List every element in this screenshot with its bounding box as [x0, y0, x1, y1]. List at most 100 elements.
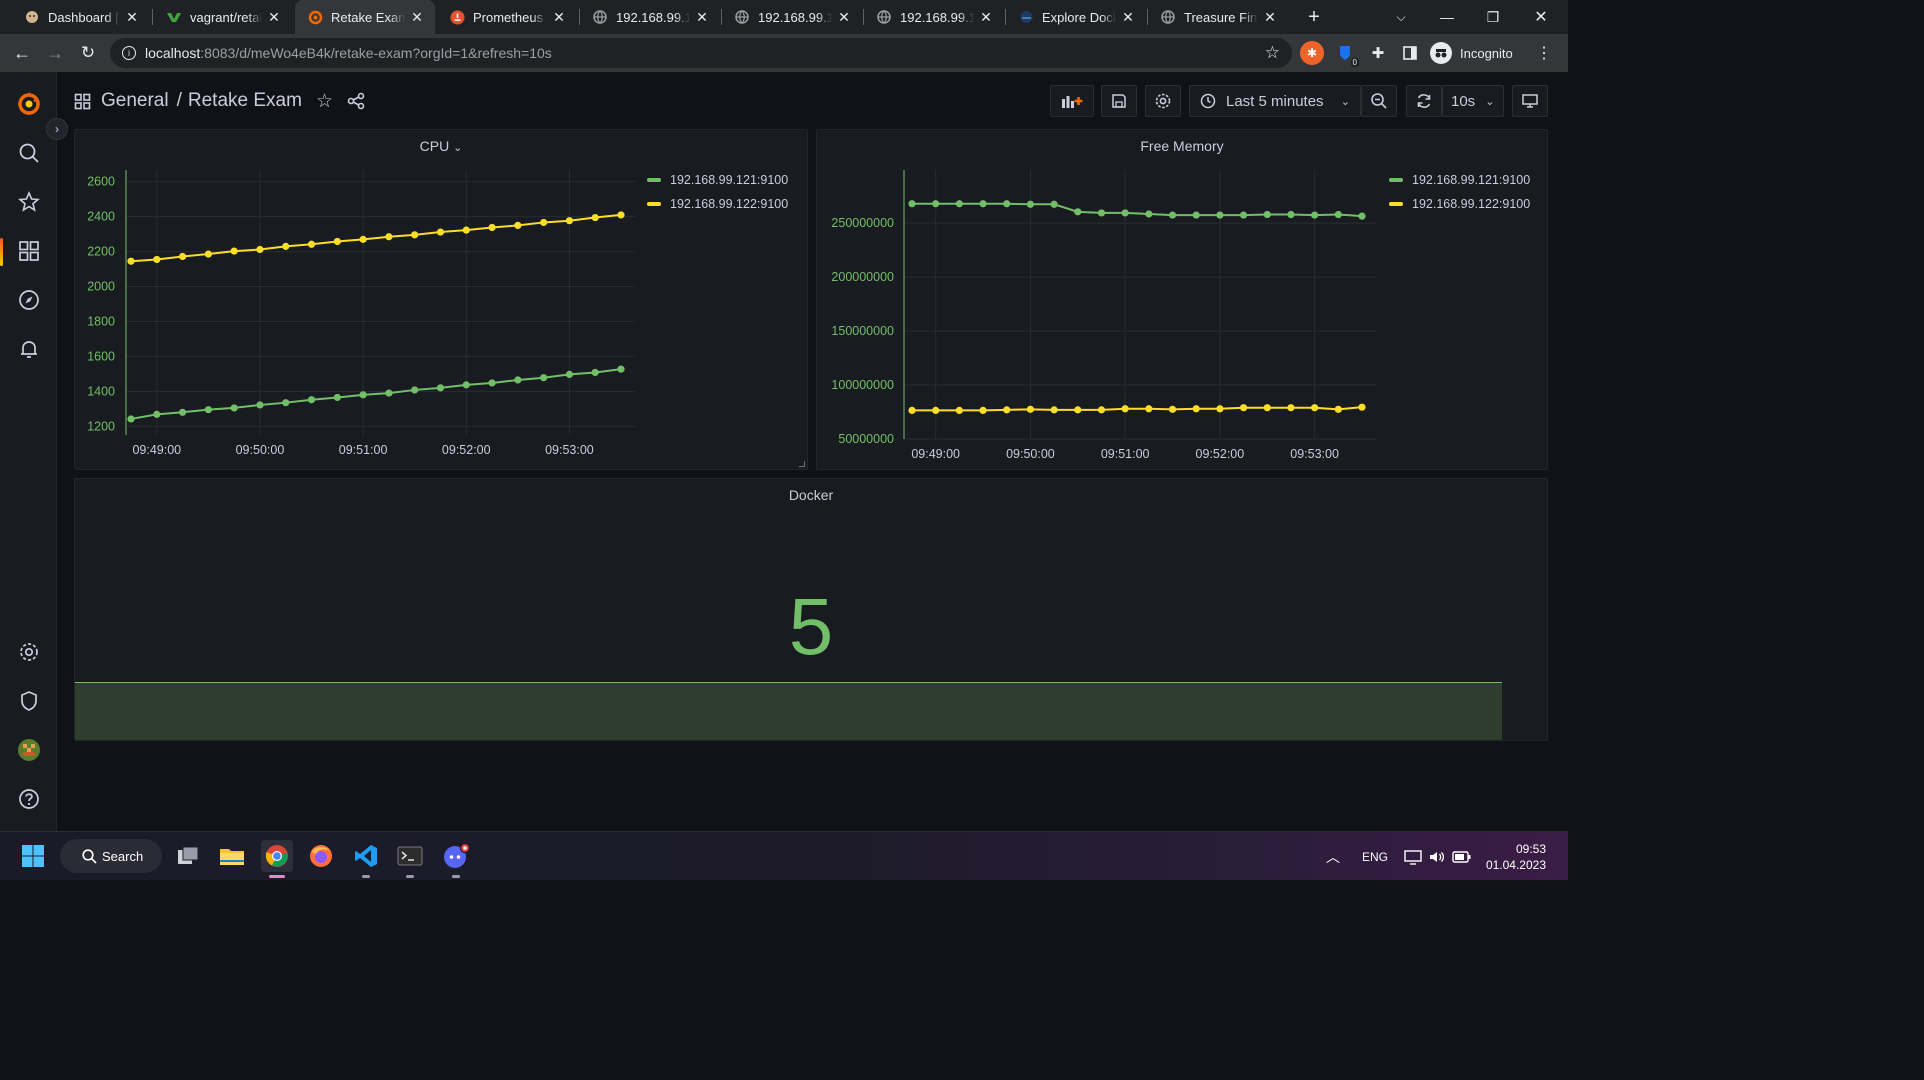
- browser-tab-prometheus[interactable]: Prometheus Time Series ✕: [437, 0, 577, 34]
- server-admin-shield-icon[interactable]: [16, 688, 42, 714]
- close-tab-icon[interactable]: ✕: [551, 9, 567, 26]
- browser-tab-cadvisor[interactable]: 192.168.99.122:8080 ✕: [864, 0, 1004, 34]
- input-language[interactable]: ENG: [1362, 832, 1388, 881]
- panel-title[interactable]: Docker: [75, 487, 1547, 503]
- forward-button[interactable]: →: [41, 39, 69, 67]
- tab-search-chevron-icon[interactable]: ⌵: [1378, 0, 1424, 34]
- chrome-icon[interactable]: [261, 840, 293, 872]
- explore-compass-icon[interactable]: [16, 287, 42, 313]
- help-question-icon[interactable]: [16, 786, 42, 812]
- close-tab-icon[interactable]: ✕: [409, 9, 425, 26]
- refresh-interval-picker[interactable]: 10s ⌄: [1442, 85, 1504, 117]
- docker-panel[interactable]: Docker 5: [74, 478, 1548, 741]
- reload-button[interactable]: ↻: [74, 39, 102, 67]
- legend-item[interactable]: 192.168.99.121:9100: [1389, 168, 1530, 192]
- extensions-puzzle-icon[interactable]: ✚: [1366, 41, 1390, 65]
- alerting-bell-icon[interactable]: [16, 336, 42, 362]
- close-tab-icon[interactable]: ✕: [1120, 9, 1136, 26]
- free-memory-panel[interactable]: Free Memory 50000000 100000000 150000000 20…: [816, 129, 1548, 470]
- file-explorer-icon[interactable]: [216, 840, 248, 872]
- legend-item[interactable]: 192.168.99.122:9100: [647, 192, 788, 216]
- grafana-logo-icon[interactable]: [16, 91, 42, 117]
- bookmark-star-icon[interactable]: ☆: [1265, 43, 1280, 63]
- browser-menu-icon[interactable]: ⋮: [1530, 39, 1558, 67]
- y-tick-label: 2400: [87, 210, 115, 224]
- refresh-dashboard-button[interactable]: [1406, 85, 1442, 117]
- network-icon[interactable]: [1404, 832, 1422, 881]
- address-bar[interactable]: i localhost:8083/d/meWo4eB4k/retake-exam…: [110, 38, 1292, 68]
- add-panel-button[interactable]: [1050, 85, 1094, 117]
- close-window-button[interactable]: ✕: [1518, 0, 1564, 34]
- show-hidden-icons-chevron-icon[interactable]: ︿: [1326, 832, 1340, 881]
- dashboards-icon[interactable]: [16, 238, 42, 264]
- browser-tab-node-122[interactable]: 192.168.99.122:9100 ✕: [722, 0, 862, 34]
- extension-bitwarden-icon[interactable]: 0: [1333, 41, 1359, 67]
- share-icon[interactable]: [347, 92, 365, 110]
- data-point: [979, 406, 987, 415]
- y-tick-label: 200000000: [831, 270, 894, 284]
- browser-tab-jenkins[interactable]: Dashboard [Jenkins] ✕: [12, 0, 150, 34]
- browser-tab-grafana[interactable]: Retake Exam - Grafana ✕: [295, 0, 435, 34]
- configuration-gear-icon[interactable]: [16, 639, 42, 665]
- close-tab-icon[interactable]: ✕: [1262, 9, 1278, 26]
- data-point: [488, 379, 496, 387]
- x-tick-label: 09:51:00: [339, 443, 388, 457]
- browser-tab-treasure[interactable]: Treasure Finding ✕: [1148, 0, 1288, 34]
- panel-resize-handle[interactable]: [799, 461, 805, 467]
- user-avatar[interactable]: [16, 737, 42, 763]
- browser-tab-explore-docker[interactable]: Explore Docker ✕: [1006, 0, 1146, 34]
- close-tab-icon[interactable]: ✕: [694, 9, 710, 26]
- x-tick-label: 09:52:00: [442, 443, 491, 457]
- terminal-icon[interactable]: [394, 840, 426, 872]
- legend-item[interactable]: 192.168.99.121:9100: [647, 168, 788, 192]
- back-button[interactable]: ←: [8, 39, 36, 67]
- data-point: [385, 389, 393, 397]
- data-point: [1050, 406, 1058, 414]
- browser-tab-vagrant[interactable]: vagrant/retake-exam ✕: [154, 0, 292, 34]
- battery-icon[interactable]: [1452, 832, 1472, 881]
- search-icon[interactable]: [16, 140, 42, 166]
- volume-icon[interactable]: [1428, 832, 1446, 881]
- expand-sidebar-chevron-icon[interactable]: ›: [46, 118, 68, 140]
- taskbar-search[interactable]: Search: [60, 839, 162, 873]
- save-dashboard-button[interactable]: [1101, 85, 1137, 117]
- side-panel-icon[interactable]: [1398, 41, 1422, 65]
- clock[interactable]: 09:53 01.04.2023: [1482, 832, 1546, 881]
- task-view-icon[interactable]: [172, 840, 204, 872]
- x-tick-label: 09:52:00: [1196, 447, 1245, 461]
- clock-icon: [1200, 93, 1216, 109]
- vscode-icon[interactable]: [350, 840, 382, 872]
- time-range-picker[interactable]: Last 5 minutes ⌄: [1189, 85, 1361, 117]
- extension-brave-icon[interactable]: ✱: [1300, 41, 1324, 65]
- tv-mode-monitor-icon[interactable]: [1512, 85, 1548, 117]
- data-point: [565, 370, 574, 378]
- docker-icon: [1018, 9, 1034, 25]
- dashboard-settings-gear-icon[interactable]: [1145, 85, 1181, 117]
- data-point: [1074, 208, 1082, 216]
- close-tab-icon[interactable]: ✕: [266, 9, 282, 26]
- legend-item[interactable]: 192.168.99.122:9100: [1389, 192, 1530, 216]
- close-tab-icon[interactable]: ✕: [124, 9, 140, 26]
- minimize-button[interactable]: —: [1424, 0, 1470, 34]
- mark-favorite-star-icon[interactable]: ☆: [316, 90, 333, 113]
- zoom-out-button[interactable]: [1361, 85, 1397, 117]
- new-tab-button[interactable]: +: [1291, 0, 1337, 34]
- incognito-indicator[interactable]: Incognito: [1430, 39, 1513, 67]
- restore-button[interactable]: ❐: [1470, 0, 1516, 34]
- firefox-icon[interactable]: [305, 840, 337, 872]
- data-point: [256, 401, 264, 409]
- close-tab-icon[interactable]: ✕: [978, 9, 994, 26]
- tab-title: 192.168.99.122:8080: [900, 9, 974, 25]
- site-info-icon[interactable]: i: [122, 46, 136, 60]
- windows-start-icon[interactable]: [17, 840, 49, 872]
- breadcrumb-folder[interactable]: General: [101, 90, 169, 112]
- cpu-legend: 192.168.99.121:9100 192.168.99.122:9100: [647, 168, 788, 216]
- data-point: [307, 240, 316, 248]
- browser-tab-node-121[interactable]: 192.168.99.121:9100 ✕: [580, 0, 720, 34]
- cpu-panel[interactable]: CPU ⌄ 1200 1400 1600 1800 2000 2200 2400 2600 09…: [74, 129, 808, 470]
- discord-icon[interactable]: [440, 840, 472, 872]
- data-point: [1311, 404, 1319, 412]
- page-title[interactable]: Retake Exam: [188, 90, 302, 112]
- starred-icon[interactable]: [16, 189, 42, 215]
- close-tab-icon[interactable]: ✕: [836, 9, 852, 26]
